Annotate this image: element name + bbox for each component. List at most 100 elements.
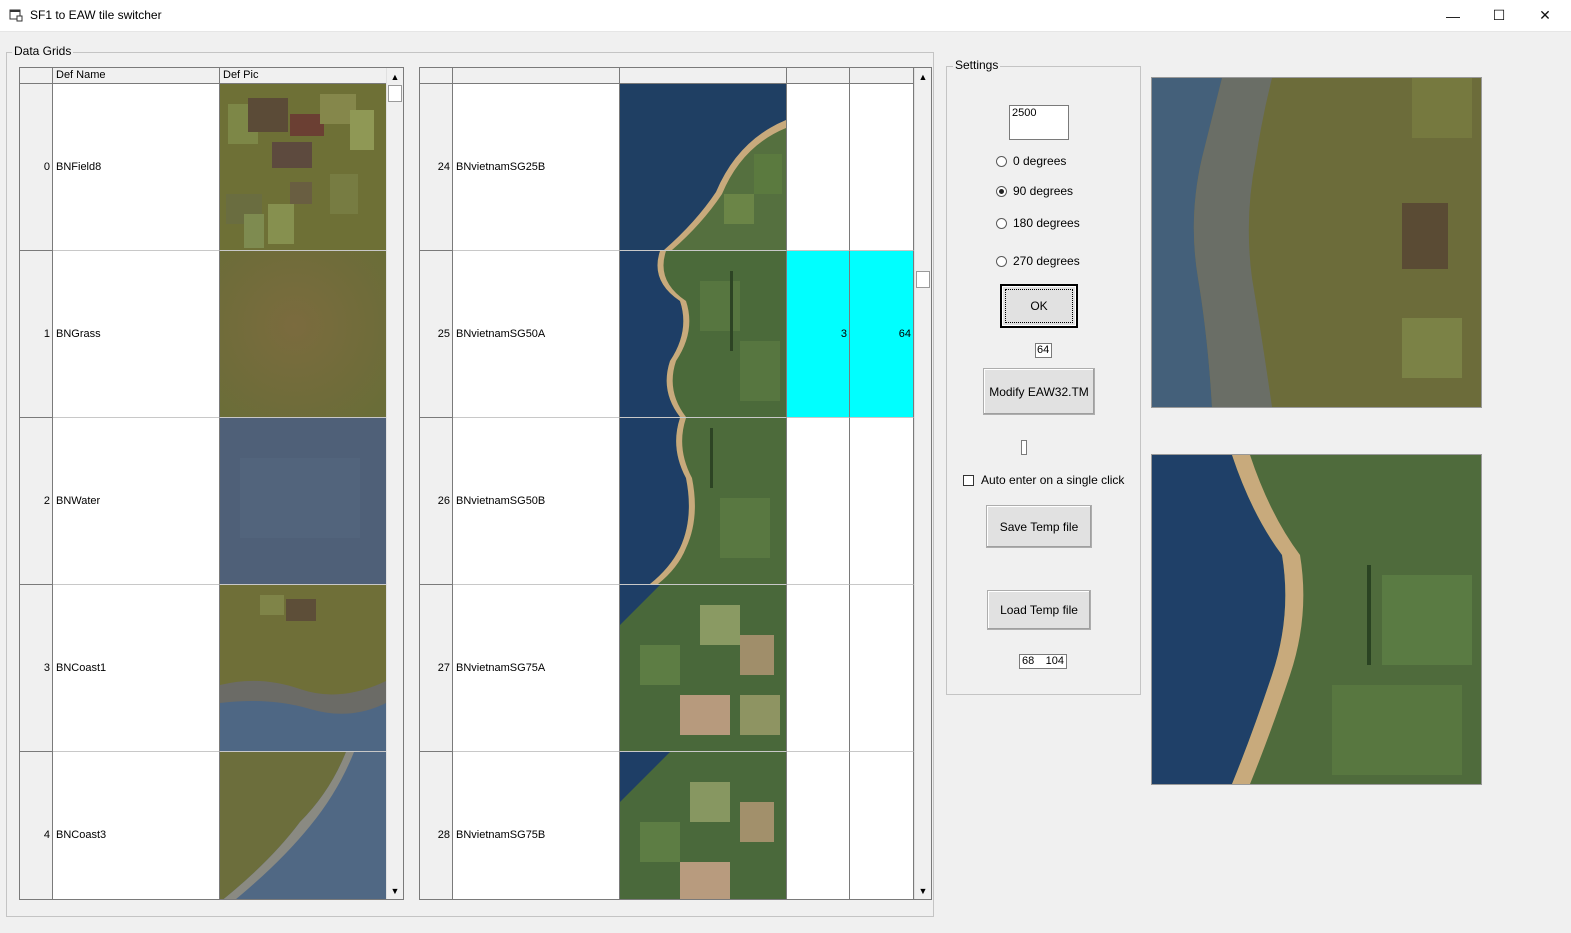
scroll-down-arrow-icon[interactable]: ▼ xyxy=(387,882,403,899)
tile-value-cell[interactable] xyxy=(850,752,914,899)
settings-label: Settings xyxy=(953,58,1001,72)
tile-value-cell[interactable] xyxy=(850,585,914,752)
corner-header xyxy=(420,68,453,84)
def-pic-cell[interactable] xyxy=(220,84,387,251)
tile-value-cell[interactable] xyxy=(787,585,850,752)
coast-tile-image xyxy=(220,585,386,751)
def-pic-cell[interactable] xyxy=(220,585,387,752)
def-name-cell[interactable]: BNField8 xyxy=(53,84,220,251)
def-name-cell[interactable]: BNCoast3 xyxy=(53,752,220,899)
radio-label: 180 degrees xyxy=(1013,216,1080,230)
def-name-cell[interactable]: BNGrass xyxy=(53,251,220,418)
tiny-value-field[interactable] xyxy=(1021,440,1027,455)
tile-name-cell[interactable]: BNvietnamSG25B xyxy=(453,84,620,251)
water-tile-image xyxy=(220,418,386,584)
vietnam-coast-tile-image xyxy=(620,251,786,417)
checkbox-box[interactable] xyxy=(963,474,974,486)
ok-button[interactable]: OK xyxy=(1000,284,1078,328)
radio-270-degrees[interactable]: 270 degrees xyxy=(996,254,1080,268)
column-header[interactable] xyxy=(620,68,787,84)
left-grid-scrollbar[interactable]: ▲ ▼ xyxy=(386,68,403,899)
app-icon xyxy=(9,9,23,22)
tile-value-cell[interactable] xyxy=(850,84,914,251)
def-preview-image xyxy=(1151,77,1482,408)
row-header[interactable]: 4 xyxy=(20,752,53,899)
value-input[interactable]: 2500 xyxy=(1009,105,1069,140)
radio-circle-selected[interactable] xyxy=(996,185,1007,197)
save-temp-file-button[interactable]: Save Temp file xyxy=(986,505,1092,548)
scroll-up-arrow-icon[interactable]: ▲ xyxy=(387,68,403,85)
radio-180-degrees[interactable]: 180 degrees xyxy=(996,216,1080,230)
modify-eaw32-button[interactable]: Modify EAW32.TM xyxy=(983,368,1095,415)
radio-label: 0 degrees xyxy=(1013,154,1067,168)
maximize-button[interactable]: ☐ xyxy=(1476,0,1522,31)
grass-tile-image xyxy=(220,251,386,417)
row-header[interactable]: 1 xyxy=(20,251,53,418)
vietnam-fields-tile-image xyxy=(620,752,786,899)
tile-pic-cell[interactable] xyxy=(620,752,787,899)
minimize-button[interactable]: — xyxy=(1430,0,1476,31)
load-temp-file-button[interactable]: Load Temp file xyxy=(987,590,1091,630)
radio-circle[interactable] xyxy=(996,255,1007,267)
def-grid[interactable]: Def Name Def Pic 0 BNField8 1 BNGrass 2 … xyxy=(19,67,404,900)
radio-0-degrees[interactable]: 0 degrees xyxy=(996,154,1066,168)
def-pic-cell[interactable] xyxy=(220,752,387,899)
data-grids-label: Data Grids xyxy=(12,44,74,58)
field-tile-image xyxy=(220,84,386,250)
coordinates-field[interactable]: 68 104 xyxy=(1019,654,1067,669)
row-header[interactable]: 0 xyxy=(20,84,53,251)
scroll-thumb[interactable] xyxy=(916,271,930,288)
row-header[interactable]: 3 xyxy=(20,585,53,752)
radio-90-degrees[interactable]: 90 degrees xyxy=(996,184,1073,198)
radio-label: 270 degrees xyxy=(1013,254,1080,268)
tile-name-cell[interactable]: BNvietnamSG75B xyxy=(453,752,620,899)
tile-pic-cell[interactable] xyxy=(620,251,787,418)
tile-name-cell[interactable]: BNvietnamSG50B xyxy=(453,418,620,585)
row-header[interactable]: 25 xyxy=(420,251,453,418)
radio-circle[interactable] xyxy=(996,155,1007,167)
tile-name-cell[interactable]: BNvietnamSG75A xyxy=(453,585,620,752)
tile-value-cell[interactable] xyxy=(850,418,914,585)
right-grid-scrollbar[interactable]: ▲ ▼ xyxy=(914,68,931,899)
scroll-down-arrow-icon[interactable]: ▼ xyxy=(915,882,931,899)
column-header[interactable] xyxy=(787,68,850,84)
tile-pic-cell[interactable] xyxy=(620,585,787,752)
scroll-up-arrow-icon[interactable]: ▲ xyxy=(915,68,931,85)
auto-enter-checkbox[interactable]: Auto enter on a single click xyxy=(963,473,1124,487)
column-header-def-pic[interactable]: Def Pic xyxy=(220,68,387,84)
tile-value-cell[interactable] xyxy=(787,752,850,899)
tile-preview-image xyxy=(1151,454,1482,785)
row-header[interactable]: 28 xyxy=(420,752,453,899)
def-pic-cell[interactable] xyxy=(220,251,387,418)
vietnam-coast-tile-image xyxy=(620,418,786,584)
coord-a: 68 xyxy=(1022,655,1035,667)
vietnam-preview-picture xyxy=(1152,455,1481,784)
tile-name-cell[interactable]: BNvietnamSG50A xyxy=(453,251,620,418)
row-header[interactable]: 27 xyxy=(420,585,453,752)
radio-circle[interactable] xyxy=(996,217,1007,229)
tile-value-cell[interactable] xyxy=(787,418,850,585)
window-title: SF1 to EAW tile switcher xyxy=(30,8,162,22)
tile-pic-cell[interactable] xyxy=(620,84,787,251)
tile-value-cell[interactable] xyxy=(787,84,850,251)
def-pic-cell[interactable] xyxy=(220,418,387,585)
tile-pic-cell[interactable] xyxy=(620,418,787,585)
column-header[interactable] xyxy=(453,68,620,84)
selected-value-cell[interactable]: 64 xyxy=(850,251,914,418)
scroll-thumb[interactable] xyxy=(388,85,402,102)
column-header-def-name[interactable]: Def Name xyxy=(53,68,220,84)
checkbox-label: Auto enter on a single click xyxy=(981,473,1125,487)
tile-grid[interactable]: 24 BNvietnamSG25B 25 BNvietnamSG50A 3 64… xyxy=(419,67,932,900)
small-value-field[interactable]: 64 xyxy=(1035,343,1052,358)
row-header[interactable]: 24 xyxy=(420,84,453,251)
column-header[interactable] xyxy=(850,68,914,84)
close-button[interactable]: ✕ xyxy=(1522,0,1568,31)
def-name-cell[interactable]: BNCoast1 xyxy=(53,585,220,752)
vietnam-fields-tile-image xyxy=(620,585,786,751)
vietnam-coast-tile-image xyxy=(620,84,786,250)
row-header[interactable]: 26 xyxy=(420,418,453,585)
selected-value-cell[interactable]: 3 xyxy=(787,251,850,418)
coast-preview-picture xyxy=(1152,78,1481,407)
def-name-cell[interactable]: BNWater xyxy=(53,418,220,585)
row-header[interactable]: 2 xyxy=(20,418,53,585)
